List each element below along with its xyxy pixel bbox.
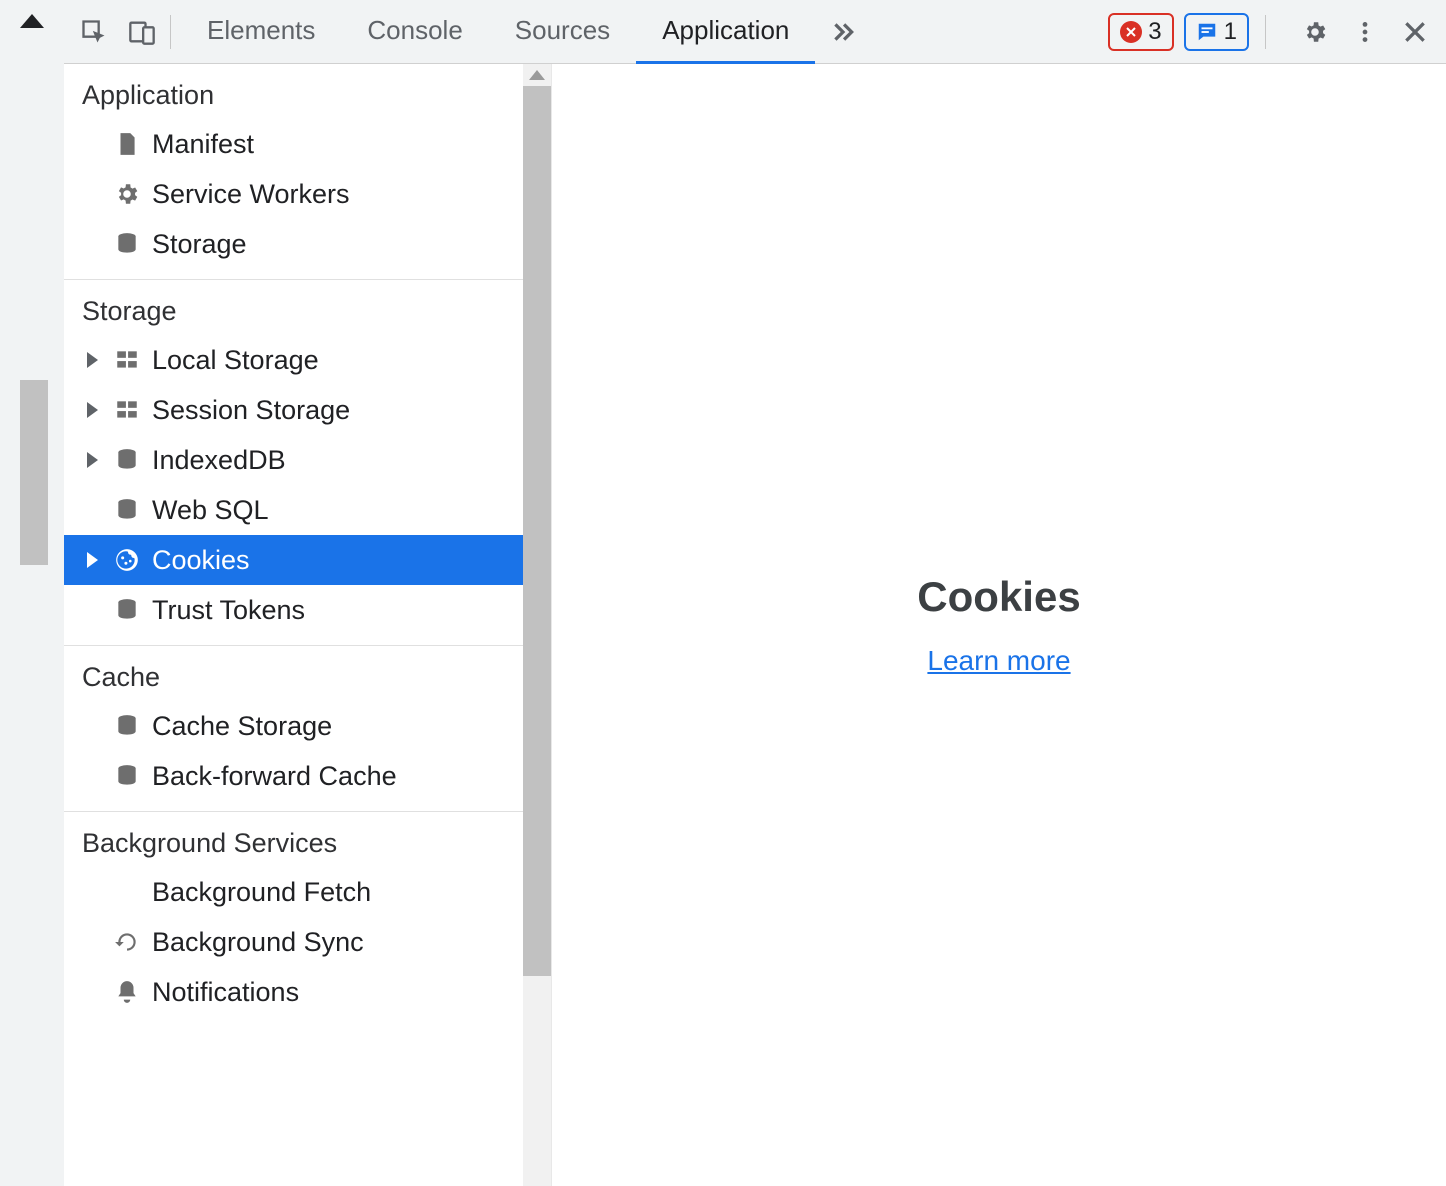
sidebar-item-trust-tokens[interactable]: Trust Tokens <box>64 585 524 635</box>
device-toolbar-button[interactable] <box>118 8 166 56</box>
sidebar-section-cache: Cache Cache Storage Back-forward Cache <box>64 646 524 812</box>
tab-sources[interactable]: Sources <box>489 0 636 64</box>
sidebar-item-websql[interactable]: Web SQL <box>64 485 524 535</box>
bell-icon <box>112 979 142 1005</box>
main-panel: Cookies Learn more <box>552 64 1446 1186</box>
application-sidebar: Application Manifest Service Workers <box>64 64 552 1186</box>
sidebar-item-notifications[interactable]: Notifications <box>64 967 524 1017</box>
database-icon <box>112 763 142 789</box>
issues-count-value: 1 <box>1224 18 1237 46</box>
sidebar-item-label: IndexedDB <box>152 445 286 476</box>
close-devtools-button[interactable] <box>1390 8 1440 56</box>
more-tabs-button[interactable] <box>819 8 867 56</box>
sidebar-item-label: Trust Tokens <box>152 595 305 626</box>
sidebar-item-label: Back-forward Cache <box>152 761 397 792</box>
sidebar-item-session-storage[interactable]: Session Storage <box>64 385 524 435</box>
error-icon <box>1120 21 1142 43</box>
error-count-badge[interactable]: 3 <box>1108 13 1173 51</box>
sidebar-item-storage[interactable]: Storage <box>64 219 524 269</box>
sidebar-item-label: Cookies <box>152 545 250 576</box>
table-icon <box>112 397 142 423</box>
sidebar-item-cache-storage[interactable]: Cache Storage <box>64 701 524 751</box>
sidebar-item-label: Background Sync <box>152 927 364 958</box>
database-icon <box>112 713 142 739</box>
error-count-value: 3 <box>1148 18 1161 46</box>
expand-icon <box>87 402 98 418</box>
chevron-double-right-icon <box>830 19 856 45</box>
devtools-tabs: Elements Console Sources Application <box>181 0 815 64</box>
sidebar-item-cookies[interactable]: Cookies <box>64 535 524 585</box>
transfer-icon <box>112 879 142 905</box>
sidebar-item-manifest[interactable]: Manifest <box>64 119 524 169</box>
tab-application[interactable]: Application <box>636 0 815 64</box>
gear-icon <box>112 181 142 207</box>
scroll-up-icon <box>529 70 545 80</box>
sidebar-item-background-fetch[interactable]: Background Fetch <box>64 867 524 917</box>
devtools-toolbar: Elements Console Sources Application 3 1 <box>64 0 1446 64</box>
devices-icon <box>128 18 156 46</box>
toolbar-separator-2 <box>1265 15 1266 49</box>
caret-up-icon[interactable] <box>20 14 44 28</box>
cookie-icon <box>112 547 142 573</box>
expand-icon <box>87 452 98 468</box>
section-title-application: Application <box>64 64 524 119</box>
sidebar-item-back-forward-cache[interactable]: Back-forward Cache <box>64 751 524 801</box>
sync-icon <box>112 929 142 955</box>
learn-more-link[interactable]: Learn more <box>927 645 1070 677</box>
database-icon <box>112 231 142 257</box>
tab-elements[interactable]: Elements <box>181 0 341 64</box>
more-vertical-icon <box>1352 19 1378 45</box>
main-heading: Cookies <box>917 573 1080 621</box>
sidebar-item-label: Local Storage <box>152 345 319 376</box>
sidebar-scrollbar-thumb[interactable] <box>523 86 551 976</box>
sidebar-item-label: Cache Storage <box>152 711 332 742</box>
issues-count-badge[interactable]: 1 <box>1184 13 1249 51</box>
inspect-element-button[interactable] <box>70 8 118 56</box>
table-icon <box>112 347 142 373</box>
tab-console[interactable]: Console <box>341 0 488 64</box>
database-icon <box>112 447 142 473</box>
sidebar-item-local-storage[interactable]: Local Storage <box>64 335 524 385</box>
sidebar-scrollbar[interactable] <box>523 64 551 1186</box>
sidebar-item-label: Background Fetch <box>152 877 371 908</box>
page-scrollbar-thumb[interactable] <box>20 380 48 565</box>
expand-icon <box>87 552 98 568</box>
sidebar-item-background-sync[interactable]: Background Sync <box>64 917 524 967</box>
file-icon <box>112 131 142 157</box>
close-icon <box>1402 19 1428 45</box>
sidebar-item-label: Service Workers <box>152 179 350 210</box>
devtools-body: Application Manifest Service Workers <box>64 64 1446 1186</box>
expand-icon <box>87 352 98 368</box>
sidebar-item-label: Storage <box>152 229 247 260</box>
sidebar-item-label: Web SQL <box>152 495 269 526</box>
section-title-storage: Storage <box>64 280 524 335</box>
section-title-background-services: Background Services <box>64 812 524 867</box>
page-gutter <box>0 0 64 1186</box>
inspect-icon <box>80 18 108 46</box>
sidebar-section-application: Application Manifest Service Workers <box>64 64 524 280</box>
sidebar-item-label: Notifications <box>152 977 299 1008</box>
sidebar-item-label: Session Storage <box>152 395 350 426</box>
more-options-button[interactable] <box>1340 8 1390 56</box>
sidebar-section-background-services: Background Services Background Fetch Bac… <box>64 812 524 1027</box>
settings-button[interactable] <box>1290 8 1340 56</box>
message-icon <box>1196 21 1218 43</box>
section-title-cache: Cache <box>64 646 524 701</box>
database-icon <box>112 597 142 623</box>
sidebar-item-indexeddb[interactable]: IndexedDB <box>64 435 524 485</box>
gear-icon <box>1302 19 1328 45</box>
toolbar-separator <box>170 15 171 49</box>
sidebar-item-label: Manifest <box>152 129 254 160</box>
devtools-panel: Elements Console Sources Application 3 1 <box>64 0 1446 1186</box>
sidebar-item-service-workers[interactable]: Service Workers <box>64 169 524 219</box>
database-icon <box>112 497 142 523</box>
sidebar-section-storage: Storage Local Storage Session Storage <box>64 280 524 646</box>
